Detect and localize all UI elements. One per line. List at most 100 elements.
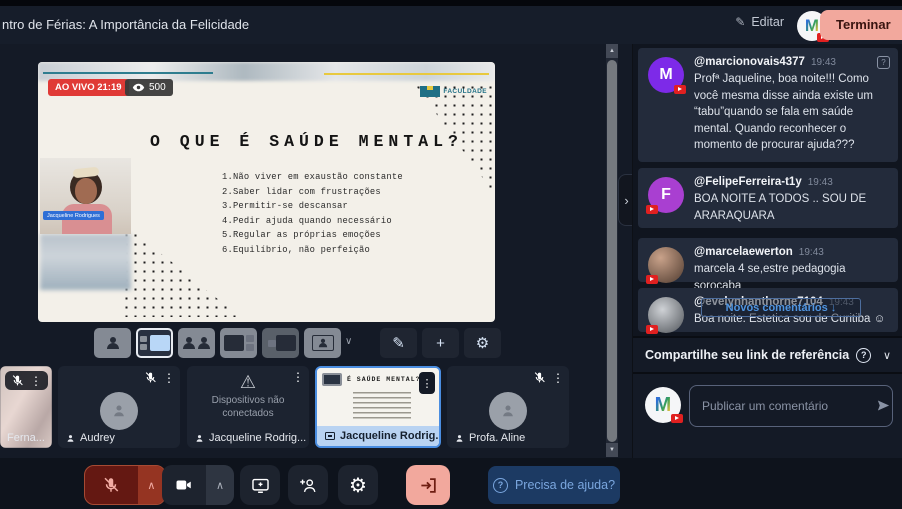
devices-warning-text: Dispositivos não conectados (193, 394, 303, 420)
slide-list-item: 1.Não viver em exaustão constante (222, 170, 403, 185)
layout-content-right-thumbs-button[interactable] (220, 328, 257, 358)
avatar-letter: F (661, 186, 671, 204)
participant-name: Profa. Aline (469, 432, 525, 444)
chevron-down-icon[interactable]: ∨ (345, 336, 352, 347)
camera-options-button[interactable]: ∧ (206, 465, 234, 505)
send-icon[interactable] (876, 398, 891, 413)
new-comments-button[interactable]: Novos comentários ↓ (701, 298, 861, 317)
referral-link-section[interactable]: Compartilhe seu link de referência ? ∨ (633, 338, 902, 372)
participant-name-row: Audrey (58, 428, 180, 448)
participant-name: Audrey (80, 432, 115, 444)
content-area-icon (150, 335, 170, 351)
camera-icon (175, 476, 193, 494)
chevron-down-icon[interactable]: ∨ (883, 349, 891, 362)
mic-off-icon (11, 374, 24, 387)
slide-list-item: 3.Permitir-se descansar (222, 199, 403, 214)
mini-participants-icon (140, 336, 147, 350)
person-layout-icon (198, 337, 210, 349)
settings-button[interactable]: ⚙ (338, 465, 378, 505)
participant-card-audrey[interactable]: ⋮ Audrey (58, 366, 180, 448)
slide-list-item: 4.Pedir ajuda quando necessário (222, 214, 403, 229)
kebab-menu-icon[interactable]: ⋮ (292, 371, 304, 383)
participant-controls: ⋮ (292, 371, 304, 383)
faculdade-logo-mark (420, 86, 440, 97)
chat-message: @marcelaewerton 19:43 marcela 4 se,estre… (638, 238, 898, 282)
participant-name: Jacqueline Rodrig... (209, 432, 306, 444)
add-element-button[interactable]: + (422, 328, 459, 358)
leave-broadcast-button[interactable] (406, 465, 450, 505)
framed-person-icon (312, 335, 334, 351)
participant-card-screenshare-selected[interactable]: É SAÚDE MENTAL? ⋮ Jacqueline Rodrig... (315, 366, 441, 448)
chat-username[interactable]: @marcelaewerton (694, 246, 793, 258)
slide-list-item: 2.Saber lidar com frustrações (222, 185, 403, 200)
edit-button[interactable]: ✎ Editar (735, 15, 784, 29)
viewer-count-badge: 500 (125, 79, 173, 96)
warning-icon: ⚠ (240, 372, 256, 393)
camera-button[interactable] (162, 465, 206, 505)
invite-button[interactable] (288, 465, 328, 505)
participant-card-fernanda[interactable]: ⋮ Ferna... (0, 366, 52, 448)
leave-icon (419, 476, 438, 495)
chat-message-text: Profª Jaqueline, boa noite!!! Como você … (694, 71, 888, 154)
bottom-toolbar: ∧ ∧ ⚙ ? Precisa de ajuda? (0, 458, 902, 509)
viewer-count: 500 (149, 82, 166, 93)
layout-thumb-left-content-button[interactable] (262, 328, 299, 358)
draw-button[interactable]: ✎ (380, 328, 417, 358)
youtube-badge-icon (674, 85, 686, 94)
webcam-name-tag: Jacqueline Rodrigues (43, 211, 104, 220)
slide-list-item: 5.Regular as próprias emoções (222, 228, 403, 243)
participant-controls: ⋮ (5, 371, 48, 390)
share-screen-icon (251, 476, 270, 495)
streaming-studio-app: ntro de Férias: A Importância da Felicid… (0, 0, 902, 509)
kebab-menu-icon[interactable]: ⋮ (30, 375, 42, 387)
edit-label: Editar (751, 15, 784, 29)
person-icon (110, 402, 128, 420)
person-icon (194, 433, 205, 444)
layout-solo-button[interactable] (94, 328, 131, 358)
content-area-icon (224, 335, 244, 351)
chat-avatar: F (648, 177, 684, 213)
chat-timestamp: 19:43 (808, 177, 833, 188)
kebab-menu-icon[interactable]: ⋮ (419, 372, 435, 394)
eye-icon (132, 81, 145, 94)
share-screen-button[interactable] (240, 465, 280, 505)
person-icon (454, 433, 465, 444)
participant-controls: ⋮ (533, 371, 564, 384)
mini-thumbs-icon (268, 340, 276, 347)
participant-card-profa-aline[interactable]: ⋮ Profa. Aline (447, 366, 569, 448)
slide-list-item: 6.Equilíbrio, não perfeição (222, 243, 403, 258)
channel-avatar: M (645, 387, 681, 423)
scrollbar-up-button[interactable]: ▲ (606, 44, 618, 58)
mini-slide-title: É SAÚDE MENTAL? (347, 376, 421, 383)
person-layout-icon (183, 337, 195, 349)
chat-avatar (648, 297, 684, 333)
chat-username[interactable]: @marcionovais4377 (694, 56, 805, 68)
end-broadcast-button[interactable]: Terminar (820, 10, 902, 40)
chat-message: M @marcionovais4377 19:43 Profª Jaquelin… (638, 48, 898, 162)
screenshare-preview: É SAÚDE MENTAL? ⋮ (317, 368, 439, 428)
top-bar: ntro de Férias: A Importância da Felicid… (0, 6, 902, 44)
layout-sidebar-content-button-selected[interactable] (136, 328, 173, 358)
channel-logo-letter: M (655, 394, 672, 417)
stage-settings-button[interactable]: ⚙ (464, 328, 501, 358)
mini-thumbs-icon (246, 335, 254, 351)
help-button[interactable]: ? Precisa de ajuda? (488, 466, 620, 504)
layout-duo-button[interactable] (178, 328, 215, 358)
chat-message: F @FelipeFerreira-t1y 19:43 BOA NOITE A … (638, 168, 898, 228)
chat-username[interactable]: @FelipeFerreira-t1y (694, 176, 802, 188)
mute-mic-button[interactable] (85, 465, 138, 505)
mic-off-icon (102, 476, 120, 494)
kebab-menu-icon[interactable]: ⋮ (163, 372, 175, 384)
plus-icon: + (436, 335, 445, 352)
comment-input[interactable] (689, 385, 893, 427)
mini-webcam-icon (322, 373, 342, 386)
kebab-menu-icon[interactable]: ⋮ (552, 372, 564, 384)
question-circle-icon[interactable]: ? (856, 348, 871, 363)
faculdade-logo: FACULDADE (420, 86, 487, 97)
mic-options-button[interactable]: ∧ (138, 465, 165, 505)
person-icon (65, 433, 76, 444)
layout-framed-person-button[interactable] (304, 328, 341, 358)
participant-card-jacqueline-devices[interactable]: ⚠ Dispositivos não conectados ⋮ Jacqueli… (187, 366, 309, 448)
participant-name: Jacqueline Rodrig... (340, 430, 441, 442)
message-action-icon[interactable]: ? (877, 56, 890, 69)
